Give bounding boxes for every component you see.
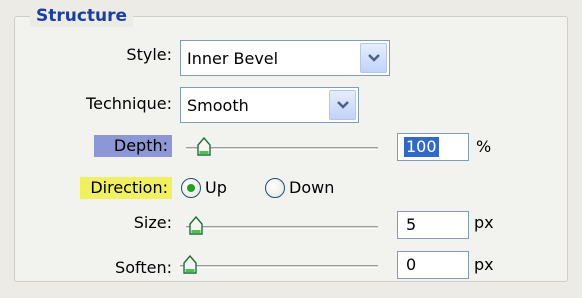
soften-label: Soften: xyxy=(115,258,172,277)
soften-unit: px xyxy=(474,255,494,274)
soften-input[interactable]: 0 xyxy=(397,251,469,279)
soften-slider-thumb[interactable] xyxy=(182,255,198,275)
size-input[interactable]: 5 xyxy=(397,211,469,239)
technique-label: Technique: xyxy=(86,94,172,113)
depth-slider[interactable] xyxy=(186,136,378,160)
size-label: Size: xyxy=(133,213,172,232)
chevron-down-icon xyxy=(368,54,380,62)
technique-select-value: Smooth xyxy=(187,96,249,115)
size-unit: px xyxy=(474,213,494,232)
direction-down-radio[interactable]: Down xyxy=(265,177,334,199)
technique-dropdown-button[interactable] xyxy=(329,90,356,120)
size-value: 5 xyxy=(406,215,417,234)
radio-down-circle[interactable] xyxy=(265,178,285,198)
size-slider[interactable] xyxy=(186,215,378,239)
direction-up-label: Up xyxy=(205,178,227,197)
soften-value: 0 xyxy=(406,255,417,274)
soften-slider-track xyxy=(180,265,378,268)
radio-up-circle[interactable] xyxy=(181,178,201,198)
size-slider-track xyxy=(186,226,378,229)
chevron-down-icon xyxy=(337,101,349,109)
radio-selected-dot xyxy=(187,184,195,192)
style-select[interactable]: Inner Bevel xyxy=(180,40,390,76)
style-label: Style: xyxy=(126,45,172,64)
section-title: Structure xyxy=(30,5,134,27)
direction-up-radio[interactable]: Up xyxy=(181,177,227,199)
depth-input[interactable]: 100 xyxy=(397,133,469,161)
technique-select[interactable]: Smooth xyxy=(180,87,359,123)
style-select-value: Inner Bevel xyxy=(187,49,279,68)
depth-slider-track xyxy=(186,147,378,150)
style-dropdown-button[interactable] xyxy=(360,43,387,73)
direction-down-label: Down xyxy=(289,178,335,197)
direction-label: Direction: xyxy=(80,177,172,199)
depth-label: Depth: xyxy=(94,135,172,157)
depth-unit: % xyxy=(476,137,492,156)
soften-slider[interactable] xyxy=(180,254,378,278)
size-slider-thumb[interactable] xyxy=(188,216,204,236)
depth-value: 100 xyxy=(404,137,439,157)
depth-slider-thumb[interactable] xyxy=(196,137,212,157)
